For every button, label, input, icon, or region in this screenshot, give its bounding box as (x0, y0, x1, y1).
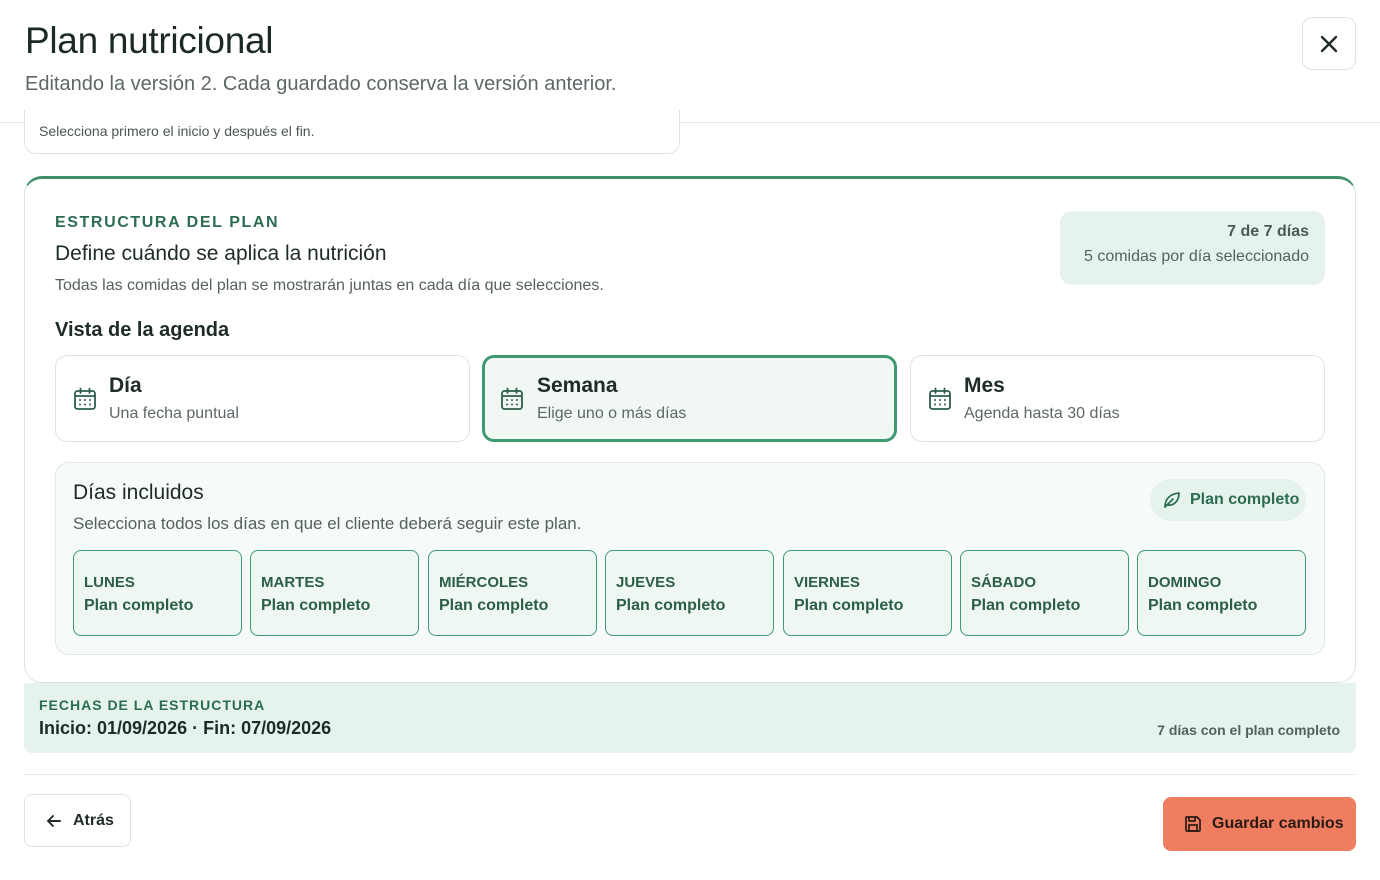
calendar-icon (74, 387, 96, 410)
structure-dates-band: FECHAS DE LA ESTRUCTURA Inicio: 01/09/20… (24, 683, 1356, 753)
back-label: Atrás (73, 811, 114, 829)
save-changes-button[interactable]: Guardar cambios (1163, 797, 1356, 851)
view-option-subtitle: Agenda hasta 30 días (964, 405, 1120, 422)
day-plan: Plan completo (1148, 597, 1258, 614)
close-button[interactable] (1302, 17, 1356, 70)
day-chip-friday[interactable]: VIERNES Plan completo (783, 550, 952, 636)
full-plan-button[interactable]: Plan completo (1150, 479, 1306, 521)
view-option-subtitle: Una fecha puntual (109, 405, 239, 422)
full-plan-label: Plan completo (1190, 491, 1300, 508)
view-option-title: Mes (964, 374, 1005, 397)
modal-footer: Atrás Guardar cambios (24, 774, 1356, 880)
day-name: DOMINGO (1148, 574, 1222, 591)
day-name: VIERNES (794, 574, 860, 591)
plan-structure-card: ESTRUCTURA DEL PLAN Define cuándo se apl… (24, 176, 1356, 683)
save-label: Guardar cambios (1212, 815, 1344, 832)
page-subtitle: Editando la versión 2. Cada guardado con… (25, 73, 617, 95)
dates-kicker: FECHAS DE LA ESTRUCTURA (39, 697, 266, 713)
arrow-left-icon (47, 814, 61, 827)
day-chip-saturday[interactable]: SÁBADO Plan completo (960, 550, 1129, 636)
day-name: SÁBADO (971, 574, 1037, 591)
included-days-panel: Días incluidos Selecciona todos los días… (55, 462, 1325, 655)
agenda-view-label: Vista de la agenda (55, 319, 230, 341)
included-days-title: Días incluidos (73, 481, 204, 504)
calendar-icon (501, 387, 523, 410)
day-chip-tuesday[interactable]: MARTES Plan completo (250, 550, 419, 636)
day-plan: Plan completo (794, 597, 904, 614)
save-icon (1185, 816, 1201, 832)
days-summary-badge: 7 de 7 días 5 comidas por día selecciona… (1060, 211, 1325, 285)
day-plan: Plan completo (616, 597, 726, 614)
included-days-description: Selecciona todos los días en que el clie… (73, 514, 582, 533)
view-option-day[interactable]: Día Una fecha puntual (55, 355, 470, 442)
day-chip-monday[interactable]: LUNES Plan completo (73, 550, 242, 636)
section-kicker: ESTRUCTURA DEL PLAN (55, 214, 280, 231)
view-option-week[interactable]: Semana Elige uno o más días (482, 355, 897, 442)
close-icon (1320, 35, 1338, 52)
leaf-icon (1164, 492, 1180, 508)
modal-header: Plan nutricional Editando la versión 2. … (0, 0, 1380, 123)
meals-per-day: 5 comidas por día seleccionado (1083, 248, 1309, 265)
day-name: MIÉRCOLES (439, 574, 529, 591)
day-plan: Plan completo (84, 597, 194, 614)
section-description: Todas las comidas del plan se mostrarán … (55, 277, 604, 294)
day-plan: Plan completo (439, 597, 549, 614)
section-title: Define cuándo se aplica la nutrición (55, 242, 387, 265)
view-option-month[interactable]: Mes Agenda hasta 30 días (910, 355, 1325, 442)
day-name: LUNES (84, 574, 135, 591)
day-plan: Plan completo (261, 597, 371, 614)
dates-days-summary: 7 días con el plan completo (1157, 722, 1340, 738)
day-plan: Plan completo (971, 597, 1081, 614)
view-option-title: Semana (537, 374, 618, 397)
day-chip-sunday[interactable]: DOMINGO Plan completo (1137, 550, 1306, 636)
days-count: 7 de 7 días (1227, 223, 1309, 240)
view-option-title: Día (109, 374, 142, 397)
day-name: MARTES (261, 574, 325, 591)
calendar-icon (929, 387, 951, 410)
day-name: JUEVES (616, 574, 676, 591)
day-chip-wednesday[interactable]: MIÉRCOLES Plan completo (428, 550, 597, 636)
day-chip-thursday[interactable]: JUEVES Plan completo (605, 550, 774, 636)
page-title: Plan nutricional (25, 20, 274, 61)
date-selection-card: Selecciona primero el inicio y después e… (24, 110, 680, 154)
view-option-subtitle: Elige uno o más días (537, 405, 687, 422)
back-button[interactable]: Atrás (24, 794, 131, 847)
date-selection-hint: Selecciona primero el inicio y después e… (39, 123, 315, 139)
dates-range: Inicio: 01/09/2026 · Fin: 07/09/2026 (39, 718, 332, 738)
